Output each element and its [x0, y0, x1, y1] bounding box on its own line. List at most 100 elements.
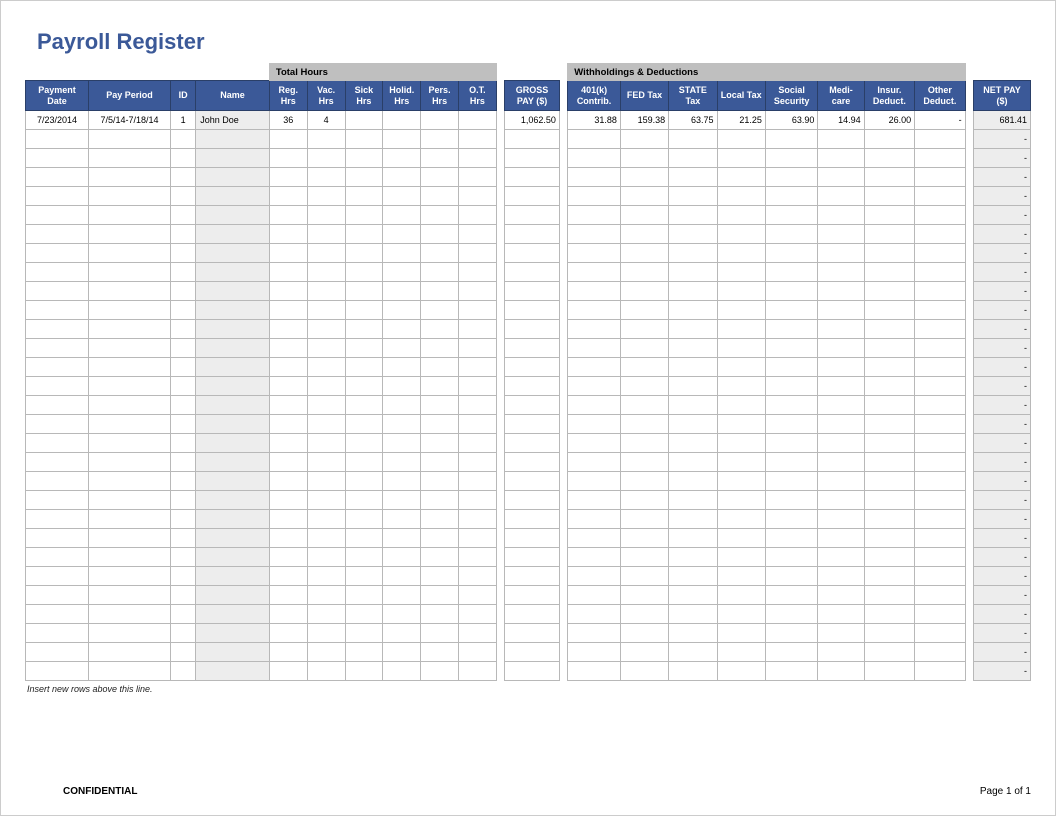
cell[interactable]	[269, 282, 307, 301]
cell[interactable]	[171, 225, 196, 244]
cell[interactable]	[669, 320, 717, 339]
cell[interactable]	[458, 130, 496, 149]
cell[interactable]	[818, 301, 864, 320]
cell[interactable]	[345, 206, 383, 225]
cell[interactable]	[26, 396, 89, 415]
cell[interactable]: 1,062.50	[505, 111, 560, 130]
cell[interactable]	[458, 377, 496, 396]
cell[interactable]: -	[974, 472, 1031, 491]
cell[interactable]	[421, 415, 459, 434]
cell[interactable]: -	[974, 320, 1031, 339]
cell[interactable]	[345, 282, 383, 301]
cell[interactable]	[765, 168, 818, 187]
cell[interactable]	[864, 244, 914, 263]
cell[interactable]	[171, 453, 196, 472]
cell[interactable]	[620, 377, 668, 396]
cell[interactable]	[171, 339, 196, 358]
cell[interactable]	[568, 605, 621, 624]
cell[interactable]	[765, 396, 818, 415]
cell[interactable]	[669, 624, 717, 643]
cell[interactable]	[458, 662, 496, 681]
cell[interactable]	[915, 263, 966, 282]
cell[interactable]	[717, 567, 765, 586]
cell[interactable]	[269, 453, 307, 472]
cell[interactable]	[196, 662, 270, 681]
cell[interactable]: -	[974, 225, 1031, 244]
cell[interactable]	[505, 206, 560, 225]
cell[interactable]	[345, 225, 383, 244]
cell[interactable]	[345, 339, 383, 358]
cell[interactable]	[915, 624, 966, 643]
cell[interactable]	[345, 377, 383, 396]
cell[interactable]	[383, 282, 421, 301]
cell[interactable]	[818, 396, 864, 415]
cell[interactable]	[269, 605, 307, 624]
cell[interactable]	[864, 605, 914, 624]
cell[interactable]	[383, 624, 421, 643]
cell[interactable]	[620, 567, 668, 586]
cell[interactable]	[864, 643, 914, 662]
cell[interactable]	[421, 168, 459, 187]
cell[interactable]	[26, 453, 89, 472]
cell[interactable]	[171, 301, 196, 320]
cell[interactable]	[196, 263, 270, 282]
cell[interactable]	[864, 529, 914, 548]
cell[interactable]	[26, 662, 89, 681]
cell[interactable]	[818, 605, 864, 624]
cell[interactable]	[196, 510, 270, 529]
cell[interactable]	[196, 567, 270, 586]
cell[interactable]	[421, 320, 459, 339]
cell[interactable]	[171, 130, 196, 149]
cell[interactable]	[864, 149, 914, 168]
cell[interactable]: 1	[171, 111, 196, 130]
cell[interactable]: -	[974, 396, 1031, 415]
cell[interactable]	[505, 643, 560, 662]
cell[interactable]	[89, 453, 171, 472]
cell[interactable]	[421, 643, 459, 662]
cell[interactable]	[620, 643, 668, 662]
cell[interactable]	[26, 415, 89, 434]
cell[interactable]	[765, 434, 818, 453]
cell[interactable]	[269, 225, 307, 244]
cell[interactable]	[421, 130, 459, 149]
cell[interactable]	[26, 529, 89, 548]
cell[interactable]	[669, 586, 717, 605]
cell[interactable]	[26, 491, 89, 510]
cell[interactable]	[26, 320, 89, 339]
cell[interactable]	[620, 624, 668, 643]
cell[interactable]	[505, 377, 560, 396]
cell[interactable]	[307, 339, 345, 358]
cell[interactable]	[421, 491, 459, 510]
cell[interactable]	[505, 605, 560, 624]
cell[interactable]	[269, 244, 307, 263]
cell[interactable]	[915, 320, 966, 339]
cell[interactable]	[915, 339, 966, 358]
cell[interactable]	[458, 225, 496, 244]
cell[interactable]	[421, 149, 459, 168]
cell[interactable]	[269, 339, 307, 358]
cell[interactable]	[765, 548, 818, 567]
cell[interactable]	[383, 358, 421, 377]
cell[interactable]	[196, 377, 270, 396]
cell[interactable]: 26.00	[864, 111, 914, 130]
cell[interactable]	[383, 510, 421, 529]
cell[interactable]	[620, 472, 668, 491]
cell[interactable]	[669, 339, 717, 358]
cell[interactable]	[269, 377, 307, 396]
cell[interactable]	[568, 282, 621, 301]
cell[interactable]	[383, 605, 421, 624]
cell[interactable]	[568, 320, 621, 339]
cell[interactable]	[458, 244, 496, 263]
cell[interactable]	[171, 491, 196, 510]
cell[interactable]	[383, 472, 421, 491]
cell[interactable]	[717, 244, 765, 263]
cell[interactable]: -	[974, 491, 1031, 510]
cell[interactable]: -	[974, 567, 1031, 586]
cell[interactable]	[717, 529, 765, 548]
cell[interactable]	[307, 415, 345, 434]
cell[interactable]	[269, 491, 307, 510]
cell[interactable]	[669, 244, 717, 263]
cell[interactable]	[818, 415, 864, 434]
cell[interactable]	[620, 491, 668, 510]
cell[interactable]	[307, 282, 345, 301]
